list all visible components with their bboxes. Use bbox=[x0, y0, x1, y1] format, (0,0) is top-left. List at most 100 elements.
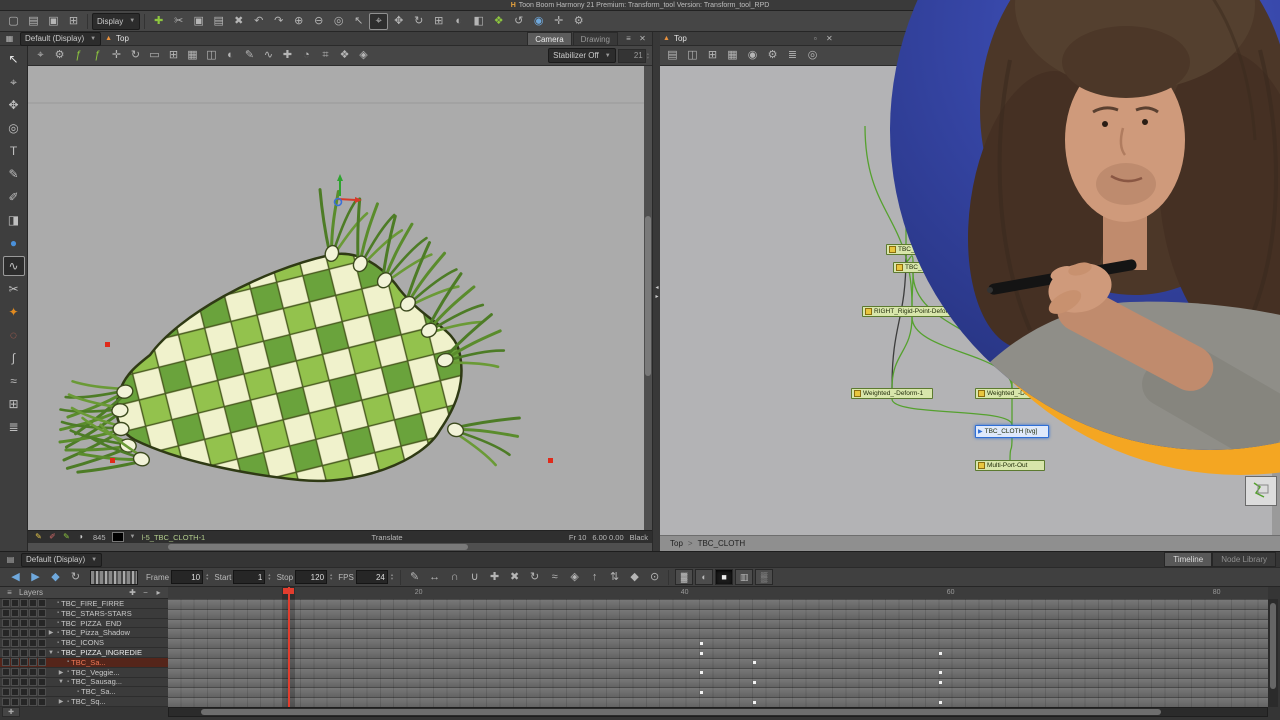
breadcrumb-current[interactable]: TBC_CLOTH bbox=[698, 539, 746, 548]
layer-toggle-icon[interactable] bbox=[29, 668, 37, 677]
motion-icon[interactable]: ↔ bbox=[425, 569, 444, 586]
layer-toggle-icon[interactable] bbox=[29, 628, 37, 637]
onion-skin-icon[interactable]: ◐ bbox=[449, 13, 468, 30]
layer-toggle-icon[interactable] bbox=[11, 658, 19, 667]
hand-tool[interactable]: ✥ bbox=[3, 95, 25, 115]
layer-toggle-icon[interactable] bbox=[20, 648, 28, 657]
layer-toggle-icon[interactable] bbox=[2, 599, 10, 608]
layer-toggle-icon[interactable] bbox=[38, 609, 46, 618]
layer-toggle-icon[interactable] bbox=[20, 697, 28, 706]
layer-toggle-icon[interactable] bbox=[11, 628, 19, 637]
layer-toggle-icon[interactable] bbox=[38, 677, 46, 686]
expand-arrow-icon[interactable]: ▼ bbox=[57, 679, 65, 685]
timeline-exposure-bar[interactable] bbox=[168, 599, 1268, 609]
layer-toggle-icon[interactable] bbox=[38, 697, 46, 706]
view-tab-camera[interactable]: Camera bbox=[527, 32, 572, 45]
marker-icon[interactable]: ◈ bbox=[565, 569, 584, 586]
layer-toggle-icon[interactable] bbox=[38, 658, 46, 667]
layer-toggle-icon[interactable] bbox=[38, 619, 46, 628]
fps-field[interactable]: FPS 24 ▴ ▾ bbox=[338, 570, 393, 584]
expand-arrow-icon[interactable]: ▶ bbox=[57, 698, 65, 705]
display-dropdown[interactable]: Display ▼ bbox=[92, 12, 141, 30]
timeline-frame-grid[interactable] bbox=[168, 599, 1268, 707]
layer-toggle-icon[interactable] bbox=[20, 658, 28, 667]
timeline-exposure-bar[interactable] bbox=[168, 697, 1268, 707]
add-layer-corner-button[interactable]: ✚ bbox=[2, 707, 20, 717]
edit-icon[interactable]: ✎ bbox=[405, 569, 424, 586]
layer-row[interactable]: ▪ TBC_PIZZA_END bbox=[0, 618, 168, 629]
grid-icon[interactable]: ⊞ bbox=[164, 47, 183, 64]
camera-view-canvas[interactable] bbox=[28, 66, 644, 530]
layer-toggle-icon[interactable] bbox=[20, 619, 28, 628]
graph-icon[interactable]: ▦ bbox=[183, 47, 202, 64]
layer-toggle-icon[interactable] bbox=[11, 599, 19, 608]
layer-toggle-icon[interactable] bbox=[11, 609, 19, 618]
tab-node-library[interactable]: Node Library bbox=[1212, 552, 1276, 567]
deformation-tool[interactable]: ∿ bbox=[2, 256, 25, 276]
loop-icon[interactable]: ↻ bbox=[66, 569, 85, 586]
layer-toggle-icon[interactable] bbox=[20, 638, 28, 647]
layer-toggle-icon[interactable] bbox=[20, 687, 28, 696]
layer-toggle-icon[interactable] bbox=[29, 687, 37, 696]
field-value[interactable]: 120 bbox=[295, 570, 328, 584]
node-tbc-cloth-tvg-[interactable]: ▶ TBC_CLOTH [tvg] bbox=[975, 425, 1049, 438]
timeline-exposure-bar[interactable] bbox=[168, 657, 1268, 668]
field-value[interactable]: 1 bbox=[233, 570, 266, 584]
curve-icon[interactable]: ∿ bbox=[259, 47, 278, 64]
splitter-collapse-left-icon[interactable]: ◂ bbox=[655, 284, 658, 291]
palette-status-icon[interactable]: ◑ bbox=[74, 532, 87, 543]
select-tool[interactable]: ↖ bbox=[3, 49, 25, 69]
layer-toggle-icon[interactable] bbox=[38, 648, 46, 657]
spinner[interactable]: ▴ ▾ bbox=[647, 51, 649, 60]
ease-in-icon[interactable]: ∩ bbox=[445, 569, 464, 586]
layer-toggle-icon[interactable] bbox=[11, 687, 19, 696]
camera-display-dropdown[interactable]: Default (Display) ▼ bbox=[20, 31, 102, 46]
layer-toggle-icon[interactable] bbox=[2, 658, 10, 667]
stabilizer-value-field[interactable]: 21 bbox=[617, 48, 646, 63]
add-keyframe-icon[interactable]: ✚ bbox=[485, 569, 504, 586]
layer-toggle-icon[interactable] bbox=[29, 648, 37, 657]
panel-menu-icon[interactable]: ≡ bbox=[622, 33, 635, 44]
timeline-exposure-bar[interactable] bbox=[168, 628, 1268, 639]
timeline-exposure-bar[interactable] bbox=[168, 677, 1268, 688]
layer-row[interactable]: ▶ ▪ TBC_Pizza_Shadow bbox=[0, 628, 168, 639]
layer-row[interactable]: ▶ ▪ TBC_Veggie... bbox=[0, 667, 168, 678]
node-settings-icon[interactable]: ⚙ bbox=[763, 47, 782, 64]
pencil-tool[interactable]: ✎ bbox=[3, 164, 25, 184]
eraser-tool[interactable]: ◨ bbox=[3, 210, 25, 230]
gear-icon[interactable]: ⚙ bbox=[50, 47, 69, 64]
play-icon[interactable]: ▶ bbox=[26, 569, 45, 586]
panel-close-icon[interactable]: ✕ bbox=[636, 33, 649, 44]
cut-icon[interactable]: ✂ bbox=[169, 13, 188, 30]
split-view-icon[interactable]: ◫ bbox=[202, 47, 221, 64]
new-scene-icon[interactable]: ▢ bbox=[4, 13, 23, 30]
timeline-horizontal-scrollbar[interactable] bbox=[168, 707, 1268, 717]
spinner[interactable]: ▴ ▾ bbox=[268, 572, 270, 581]
expand-arrow-icon[interactable]: ▶ bbox=[57, 669, 65, 676]
layer-toggle-icon[interactable] bbox=[29, 638, 37, 647]
reset-view-icon[interactable]: ◎ bbox=[329, 13, 348, 30]
layer-toggle-icon[interactable] bbox=[38, 628, 46, 637]
cycle-icon[interactable]: ↻ bbox=[525, 569, 544, 586]
focus-icon[interactable]: ◉ bbox=[743, 47, 762, 64]
paint-tool[interactable]: ● bbox=[3, 233, 25, 253]
shift-up-icon[interactable]: ↑ bbox=[585, 569, 604, 586]
layer-toggle-icon[interactable] bbox=[11, 668, 19, 677]
view-tab-drawing[interactable]: Drawing bbox=[572, 32, 618, 45]
rotate-view-icon[interactable]: ↻ bbox=[409, 13, 428, 30]
nav-icon[interactable]: ▤ bbox=[663, 47, 682, 64]
diamond-icon[interactable]: ◈ bbox=[354, 47, 373, 64]
grid-icon[interactable]: ⊞ bbox=[429, 13, 448, 30]
select-icon[interactable]: ↖ bbox=[349, 13, 368, 30]
import-icon[interactable]: ⊞ bbox=[64, 13, 83, 30]
hash-icon[interactable]: ⌗ bbox=[316, 47, 335, 64]
layer-toggle-icon[interactable] bbox=[29, 677, 37, 686]
layer-row[interactable]: ▼ ▪ TBC_Sausag... bbox=[0, 677, 168, 688]
layer-toggle-icon[interactable] bbox=[2, 628, 10, 637]
paste-icon[interactable]: ▤ bbox=[209, 13, 228, 30]
layer-toggle-icon[interactable] bbox=[2, 668, 10, 677]
layer-toggle-icon[interactable] bbox=[11, 648, 19, 657]
scale-icon[interactable]: ▭ bbox=[145, 47, 164, 64]
field-value[interactable]: 24 bbox=[355, 570, 388, 584]
order-icon[interactable]: ≣ bbox=[783, 47, 802, 64]
